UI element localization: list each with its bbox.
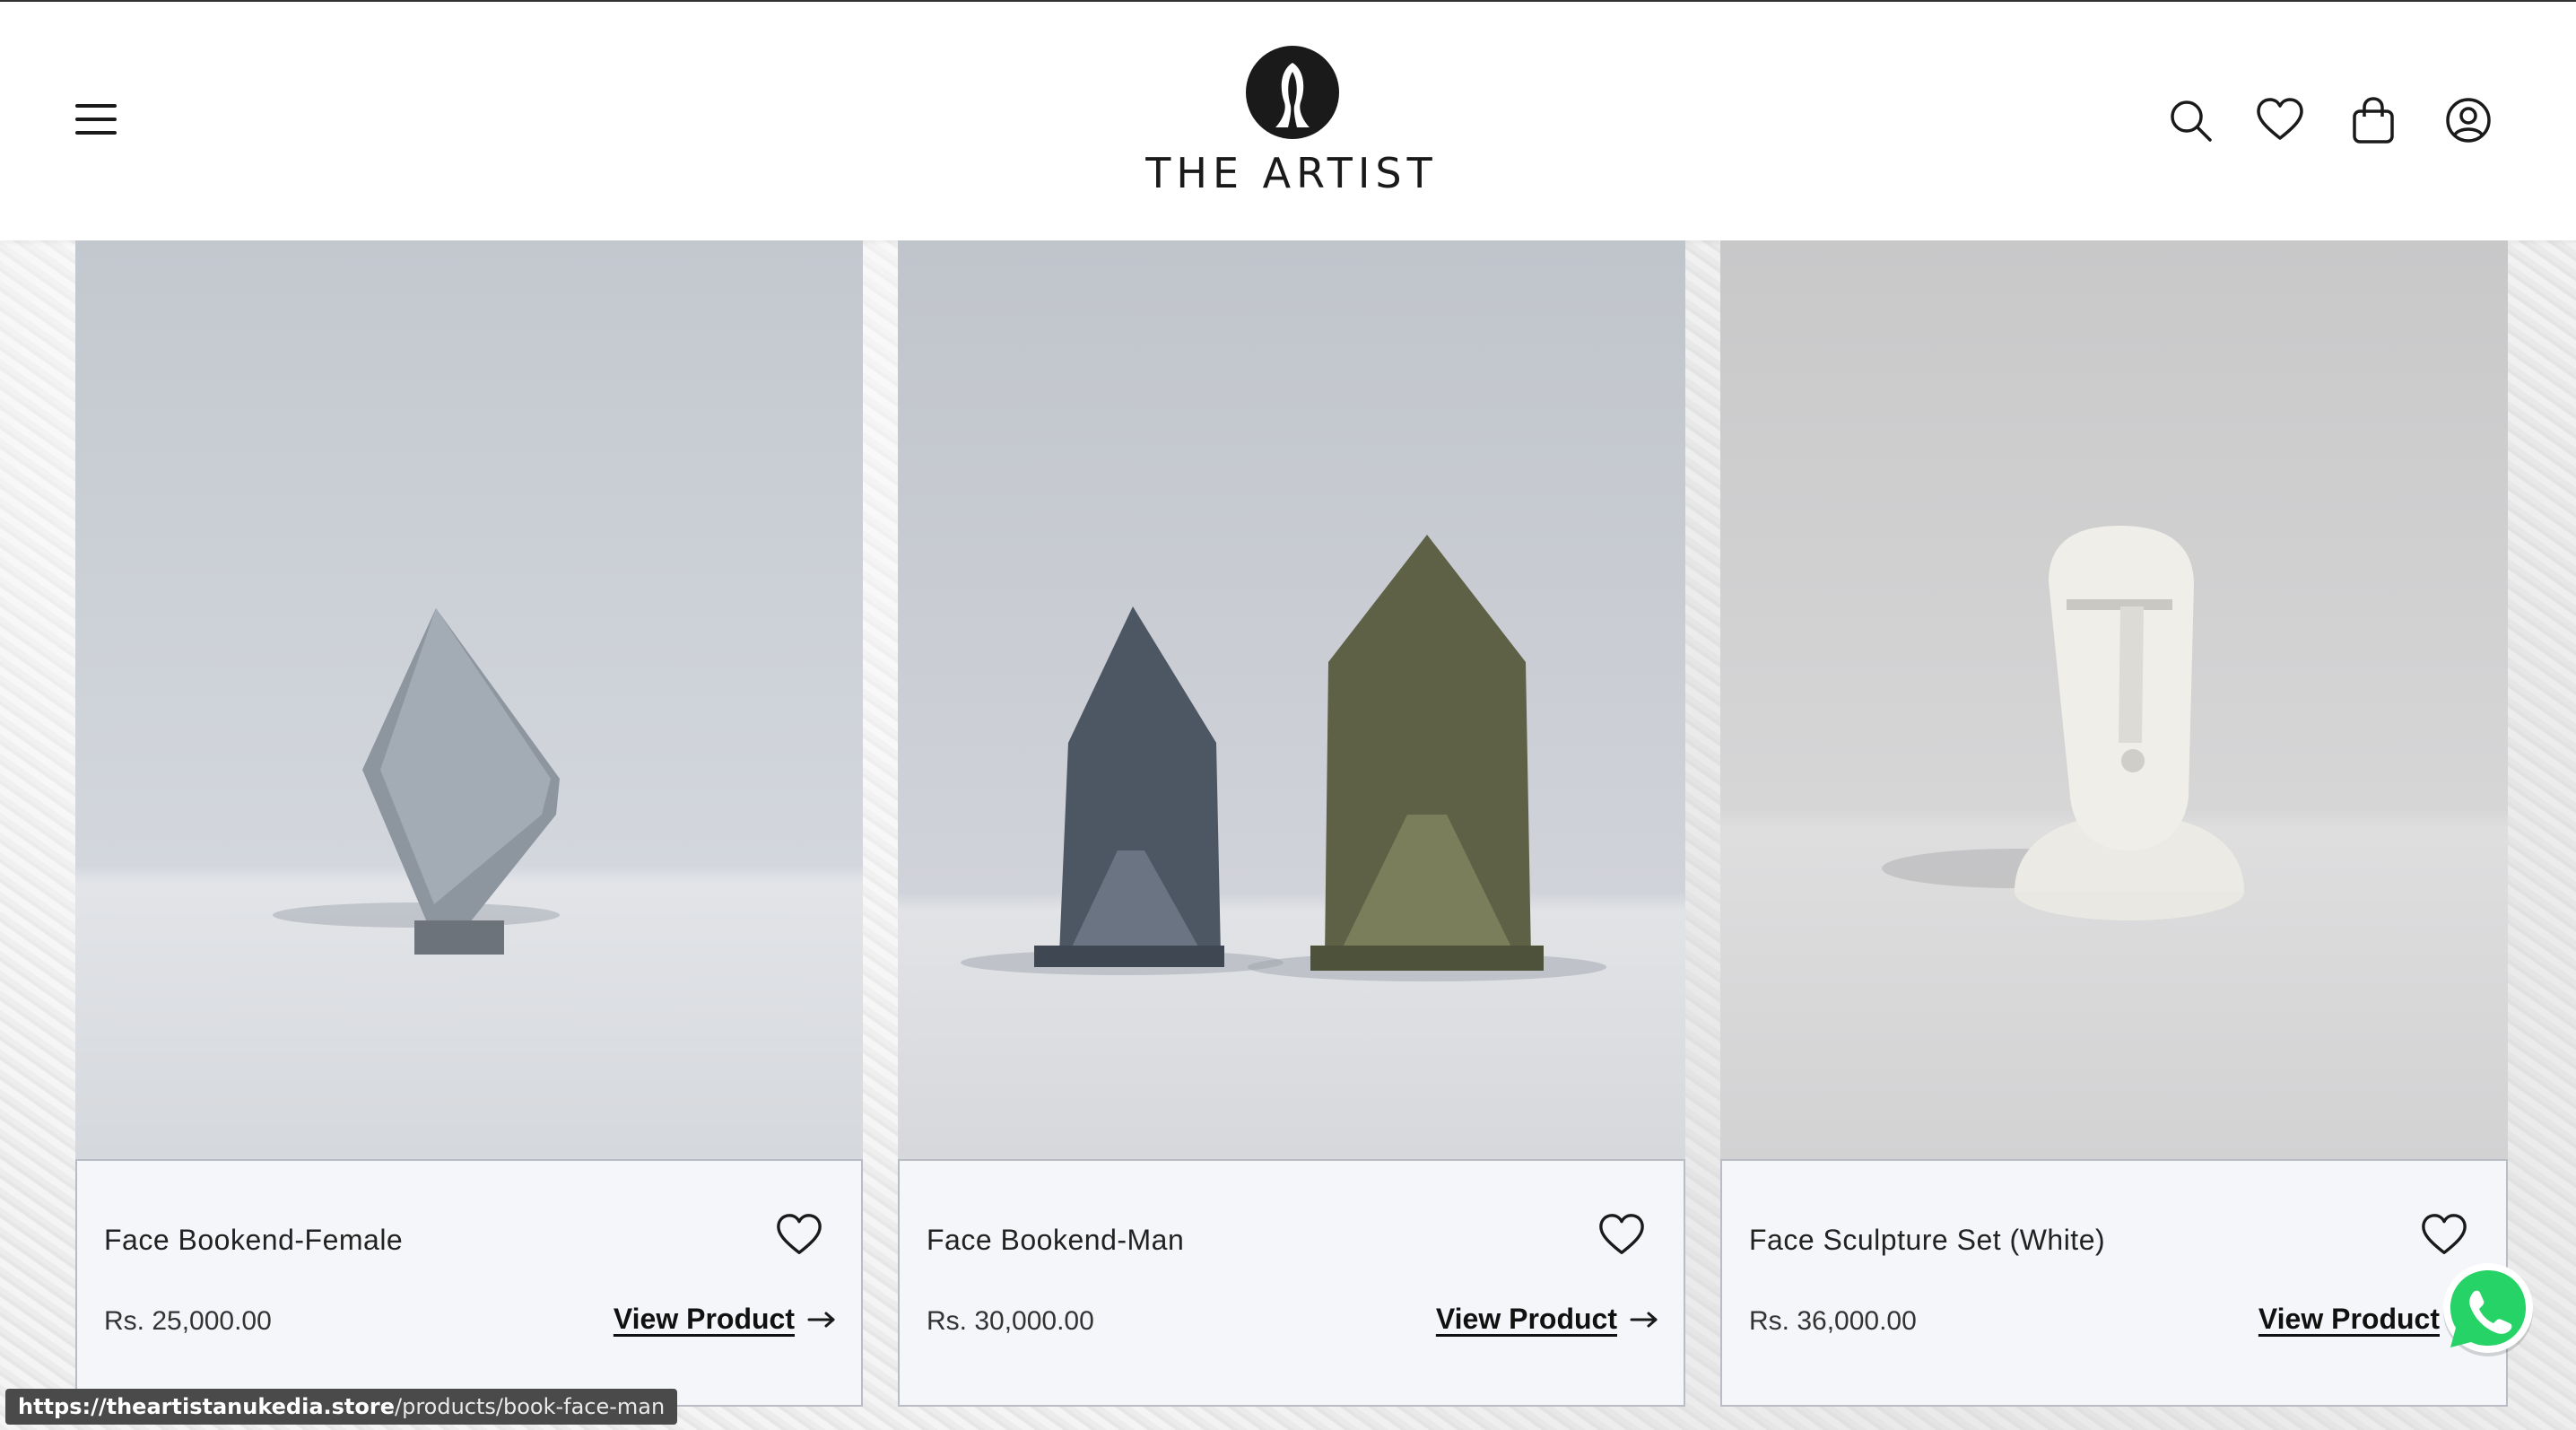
product-card[interactable]: Face Bookend-Man Rs. 30,000.00 View Prod… <box>898 240 1685 1407</box>
status-url-host: https://theartistanukedia.store <box>18 1394 395 1419</box>
view-product-label: View Product <box>1435 1303 1617 1335</box>
add-to-wishlist-heart-icon[interactable] <box>2420 1211 2468 1260</box>
product-card[interactable]: Face Bookend-Female Rs. 25,000.00 View P… <box>75 240 863 1407</box>
add-to-wishlist-heart-icon[interactable] <box>1597 1211 1646 1260</box>
product-info: Face Bookend-Female Rs. 25,000.00 View P… <box>75 1159 863 1407</box>
product-info: Face Sculpture Set (White) Rs. 36,000.00… <box>1720 1159 2508 1407</box>
product-image-female-bookend[interactable] <box>75 240 863 1159</box>
hamburger-menu-icon[interactable] <box>75 102 126 138</box>
logo-mark-icon <box>1246 46 1339 139</box>
whatsapp-chat-icon[interactable] <box>2438 1260 2538 1360</box>
logo-text: THE ARTIST <box>1145 149 1438 197</box>
shopping-bag-icon[interactable] <box>2348 95 2398 145</box>
user-account-icon[interactable] <box>2443 95 2493 145</box>
product-image-white-face-sculpture[interactable] <box>1720 240 2508 1159</box>
product-title[interactable]: Face Sculpture Set (White) <box>1749 1224 2105 1257</box>
add-to-wishlist-heart-icon[interactable] <box>775 1211 823 1260</box>
product-info: Face Bookend-Man Rs. 30,000.00 View Prod… <box>898 1159 1685 1407</box>
wishlist-heart-icon[interactable] <box>2255 95 2305 145</box>
status-url-tooltip: https://theartistanukedia.store/products… <box>5 1389 678 1425</box>
product-price: Rs. 36,000.00 <box>1749 1306 1917 1336</box>
view-product-label: View Product <box>613 1303 795 1335</box>
product-title[interactable]: Face Bookend-Female <box>104 1224 403 1257</box>
product-price: Rs. 25,000.00 <box>104 1306 272 1336</box>
view-product-link[interactable]: View Product <box>1436 1303 1658 1336</box>
view-product-label: View Product <box>2258 1303 2440 1335</box>
product-image-man-bookend[interactable] <box>898 240 1685 1159</box>
site-logo[interactable]: THE ARTIST <box>1121 41 1462 203</box>
arrow-right-icon <box>1630 1312 1658 1327</box>
site-header: THE ARTIST <box>0 2 2576 240</box>
product-title[interactable]: Face Bookend-Man <box>927 1224 1184 1257</box>
product-card[interactable]: Face Sculpture Set (White) Rs. 36,000.00… <box>1720 240 2508 1407</box>
view-product-link[interactable]: View Product <box>614 1303 836 1336</box>
status-url-path: /products/book-face-man <box>395 1394 666 1419</box>
arrow-right-icon <box>807 1312 835 1327</box>
search-icon[interactable] <box>2165 95 2215 145</box>
product-price: Rs. 30,000.00 <box>927 1306 1094 1336</box>
